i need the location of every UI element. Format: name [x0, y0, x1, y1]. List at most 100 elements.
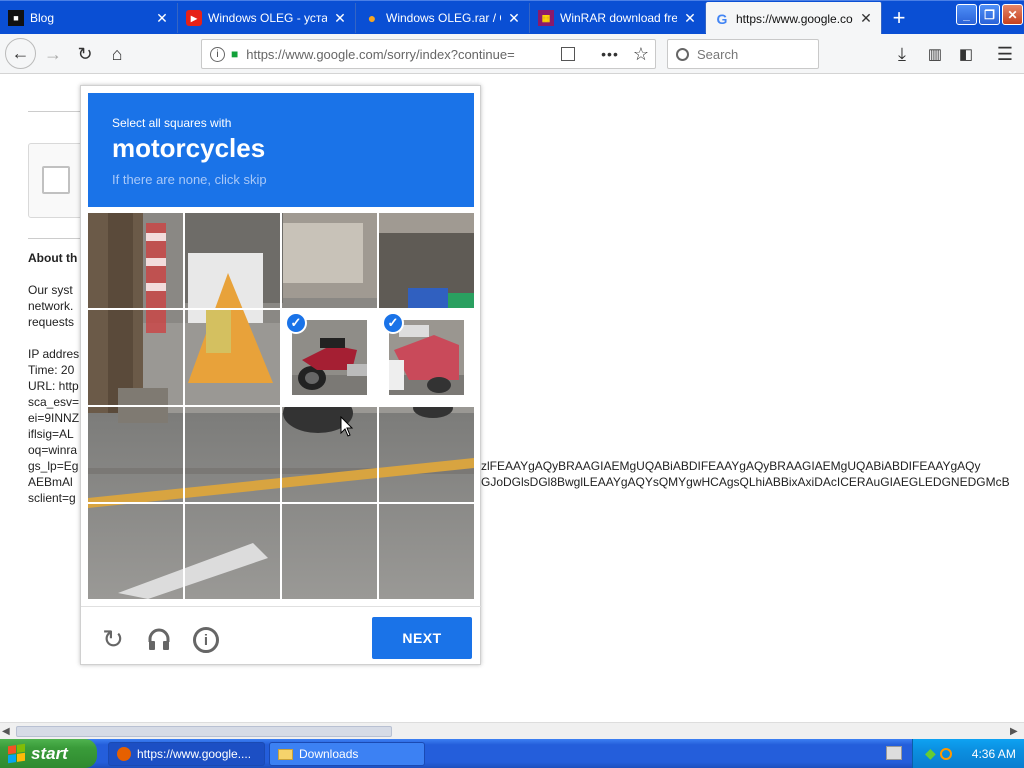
tab-title: Windows OLEG - устан [208, 11, 327, 25]
forward-icon[interactable]: → [38, 39, 68, 69]
captcha-image-grid: ✓ ✓ [88, 213, 474, 599]
taskbar-item-downloads[interactable]: Downloads [269, 742, 425, 766]
recaptcha-checkbox[interactable] [42, 166, 70, 194]
menu-icon[interactable]: ☰ [990, 39, 1020, 69]
tab-title: https://www.google.co [736, 11, 853, 26]
captcha-tile[interactable] [282, 407, 377, 502]
horizontal-scrollbar[interactable]: ◀ ▶ [0, 722, 1024, 739]
sidebar-icon[interactable]: ◧ [951, 39, 981, 69]
gs-lp-text: GJoDGlsDGl8BwglLEAAYgAQYsQMYgwHCAgsQLhiA… [481, 475, 1010, 489]
taskbar: start https://www.google.... Downloads ◆… [0, 739, 1024, 768]
captcha-tile[interactable] [185, 310, 280, 405]
captcha-tile[interactable] [379, 504, 474, 599]
detail-line: requests [28, 315, 75, 329]
captcha-tile[interactable] [282, 213, 377, 308]
youtube-icon: ▶ [186, 10, 202, 26]
download-icon[interactable]: ⤓ [887, 39, 917, 69]
scroll-thumb[interactable] [16, 726, 392, 737]
scroll-left-icon[interactable]: ◀ [2, 726, 10, 737]
close-icon[interactable]: ✕ [333, 10, 347, 27]
maximize-button[interactable]: ❐ [979, 4, 1000, 25]
close-icon[interactable]: ✕ [683, 10, 697, 27]
captcha-tile[interactable] [185, 407, 280, 502]
captcha-tile[interactable] [379, 407, 474, 502]
network-icon[interactable]: ◆ [925, 745, 936, 762]
taskbar-item-label: https://www.google.... [137, 747, 252, 761]
detail-line: ei=9INNZ [28, 411, 80, 425]
reload-icon[interactable]: ↻ [70, 39, 100, 69]
close-icon[interactable]: ✕ [859, 10, 873, 27]
tab-title: Windows OLEG.rar / Об [386, 11, 501, 25]
tab-title: WinRAR download free [560, 11, 677, 25]
close-icon[interactable]: ✕ [507, 10, 521, 27]
back-icon[interactable]: ← [5, 38, 36, 69]
cloud-icon: ● [367, 10, 377, 26]
captcha-challenge: Select all squares with motorcycles If t… [80, 85, 482, 666]
detail-line: IP addres [28, 347, 80, 361]
url-text[interactable]: https://www.google.com/sorry/index?conti… [246, 47, 561, 62]
bookmark-star-icon[interactable]: ☆ [633, 44, 649, 65]
captcha-target: motorcycles [112, 133, 266, 163]
close-icon[interactable]: ✕ [155, 10, 169, 27]
taskbar-item-label: Downloads [299, 747, 359, 761]
detail-line: network. [28, 299, 74, 313]
tab-youtube[interactable]: ▶ Windows OLEG - устан ✕ [178, 3, 356, 33]
detail-line: URL: http [28, 379, 79, 393]
home-icon[interactable]: ⌂ [102, 39, 132, 69]
reader-view-icon[interactable] [561, 47, 576, 61]
new-tab-button[interactable]: + [884, 3, 914, 33]
minimize-button[interactable]: _ [956, 4, 977, 25]
tab-cloud[interactable]: ● Windows OLEG.rar / Об ✕ [356, 3, 530, 33]
captcha-tile[interactable] [379, 213, 474, 308]
library-icon[interactable]: ▥ [920, 39, 950, 69]
navigation-bar: ← → ↻ ⌂ i ■ https://www.google.com/sorry… [0, 34, 1024, 74]
check-icon: ✓ [382, 312, 404, 334]
lock-icon: ■ [231, 47, 239, 61]
captcha-hint: If there are none, click skip [112, 172, 267, 187]
info-icon[interactable]: i [193, 627, 219, 653]
gs-lp-text: zlFEAAYgAQyBRAAGIAEMgUQABiABDIFEAAYgAQyB… [481, 459, 981, 473]
tab-winrar[interactable]: ▦ WinRAR download free ✕ [530, 3, 706, 33]
start-label: start [31, 743, 68, 763]
blog-icon: ■ [8, 10, 24, 26]
folder-icon [278, 748, 293, 760]
captcha-footer: ↻ i NEXT [81, 606, 482, 666]
firefox-icon [117, 747, 131, 761]
clock: 4:36 AM [971, 746, 1016, 761]
captcha-tile[interactable] [185, 213, 280, 308]
tab-strip: ■ Blog ✕ ▶ Windows OLEG - устан ✕ ● Wind… [0, 0, 1024, 35]
window-close-button[interactable]: ✕ [1002, 4, 1023, 25]
search-icon[interactable] [939, 747, 952, 760]
detail-line: oq=winra [28, 443, 78, 457]
search-icon [676, 47, 689, 61]
start-button[interactable]: start [0, 739, 97, 768]
about-heading: About th [28, 251, 78, 265]
detail-line: sca_esv= [28, 395, 80, 409]
next-button[interactable]: NEXT [372, 617, 472, 659]
scroll-right-icon[interactable]: ▶ [1010, 726, 1018, 737]
audio-icon[interactable] [145, 625, 173, 653]
reload-icon[interactable]: ↻ [99, 624, 127, 654]
recaptcha-widget [28, 143, 88, 218]
system-tray: ◆ 4:36 AM [912, 739, 1024, 768]
tab-blog[interactable]: ■ Blog ✕ [0, 3, 178, 33]
captcha-tile[interactable] [185, 504, 280, 599]
taskbar-item-browser[interactable]: https://www.google.... [108, 742, 265, 766]
captcha-tile[interactable] [88, 504, 183, 599]
search-input[interactable]: Search [697, 47, 738, 62]
detail-line: sclient=g [28, 491, 76, 505]
keyboard-icon[interactable] [886, 746, 902, 760]
captcha-tile[interactable] [282, 504, 377, 599]
info-icon[interactable]: i [210, 46, 225, 62]
tab-google[interactable]: G https://www.google.co ✕ [706, 2, 882, 35]
url-bar[interactable]: i ■ https://www.google.com/sorry/index?c… [201, 39, 656, 69]
captcha-tile[interactable] [88, 310, 183, 405]
page-actions-icon[interactable]: ••• [601, 46, 619, 62]
captcha-tile[interactable] [88, 213, 183, 308]
captcha-tile[interactable] [88, 407, 183, 502]
detail-line: iflsig=AL [28, 427, 74, 441]
winrar-icon: ▦ [538, 10, 554, 26]
check-icon: ✓ [285, 312, 307, 334]
search-bar[interactable]: Search [667, 39, 819, 69]
windows-logo-icon [8, 743, 25, 764]
